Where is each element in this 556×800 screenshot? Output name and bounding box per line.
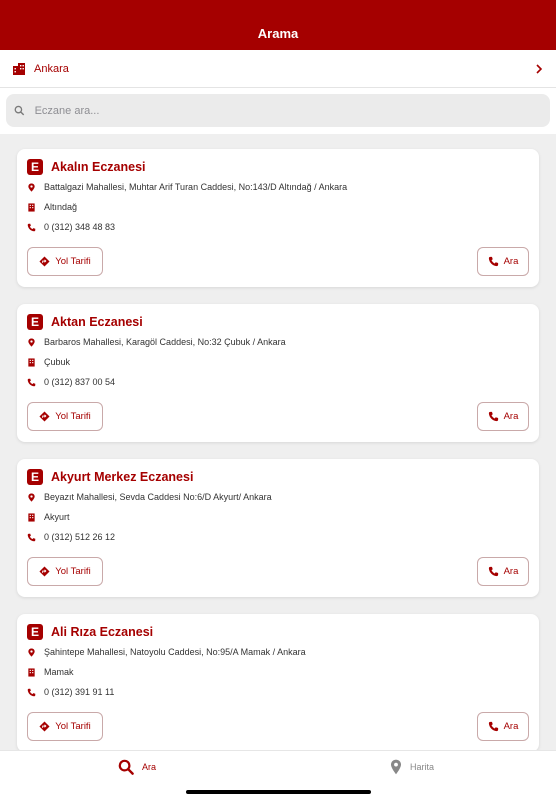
pharmacy-logo-icon: E xyxy=(27,469,43,485)
pharmacy-logo-icon: E xyxy=(27,624,43,640)
pharmacy-card: E Ali Rıza Eczanesi Şahintepe Mahallesi,… xyxy=(17,614,539,750)
pharmacy-district: Çubuk xyxy=(44,357,71,367)
search-input[interactable] xyxy=(34,104,542,117)
page-title: Arama xyxy=(257,25,299,41)
pharmacy-logo-icon: E xyxy=(27,159,43,175)
address-row: Battalgazi Mahallesi, Muhtar Arif Turan … xyxy=(27,182,347,192)
search-icon xyxy=(14,105,25,116)
search-icon xyxy=(118,759,134,775)
phone-icon xyxy=(27,533,36,541)
directions-button[interactable]: Yol Tarifi xyxy=(27,402,103,431)
pin-icon xyxy=(28,182,35,192)
direction-icon xyxy=(39,256,50,267)
pharmacy-phone: 0 (312) 837 00 54 xyxy=(44,377,116,387)
district-row: Akyurt xyxy=(27,512,70,522)
direction-icon xyxy=(39,411,50,422)
pharmacy-phone: 0 (312) 391 91 11 xyxy=(44,687,115,697)
call-button[interactable]: Ara xyxy=(477,247,529,276)
directions-button[interactable]: Yol Tarifi xyxy=(27,557,103,586)
pin-icon xyxy=(28,647,35,657)
pharmacy-name: Ali Rıza Eczanesi xyxy=(51,625,154,639)
pharmacy-district: Altındağ xyxy=(44,202,78,212)
district-row: Çubuk xyxy=(27,357,70,367)
phone-icon xyxy=(488,411,498,422)
pharmacy-phone: 0 (312) 512 26 12 xyxy=(44,532,116,542)
phone-row: 0 (312) 348 48 83 xyxy=(27,222,115,232)
building-icon xyxy=(28,357,35,367)
pin-icon xyxy=(28,492,35,502)
directions-button[interactable]: Yol Tarifi xyxy=(27,247,103,276)
pharmacy-list[interactable]: E Akalın Eczanesi Battalgazi Mahallesi, … xyxy=(0,134,556,750)
direction-icon xyxy=(39,566,50,577)
city-selector[interactable]: Ankara xyxy=(0,50,556,88)
pin-icon xyxy=(28,337,35,347)
pharmacy-logo-icon: E xyxy=(27,314,43,330)
phone-row: 0 (312) 391 91 11 xyxy=(27,687,114,697)
phone-icon xyxy=(27,223,36,231)
direction-icon xyxy=(39,721,50,732)
building-icon xyxy=(28,202,35,212)
phone-icon xyxy=(488,256,498,267)
call-button[interactable]: Ara xyxy=(477,402,529,431)
tab-map[interactable]: Harita xyxy=(390,759,434,775)
phone-icon xyxy=(488,721,498,732)
pharmacy-card: E Akyurt Merkez Eczanesi Beyazıt Mahalle… xyxy=(17,459,539,597)
search-box[interactable] xyxy=(6,94,550,127)
card-title: E Ali Rıza Eczanesi xyxy=(27,624,153,640)
pharmacy-name: Aktan Eczanesi xyxy=(51,315,143,329)
pharmacy-address: Barbaros Mahallesi, Karagöl Caddesi, No:… xyxy=(44,337,286,347)
directions-button[interactable]: Yol Tarifi xyxy=(27,712,103,741)
pharmacy-card: E Aktan Eczanesi Barbaros Mahallesi, Kar… xyxy=(17,304,539,442)
pharmacy-name: Akyurt Merkez Eczanesi xyxy=(51,470,194,484)
call-button[interactable]: Ara xyxy=(477,712,529,741)
address-row: Beyazıt Mahallesi, Sevda Caddesi No:6/D … xyxy=(27,492,272,502)
pharmacy-name: Akalın Eczanesi xyxy=(51,160,146,174)
tab-map-label: Harita xyxy=(410,762,435,772)
phone-icon xyxy=(27,688,36,696)
pharmacy-address: Beyazıt Mahallesi, Sevda Caddesi No:6/D … xyxy=(44,492,272,502)
search-bar xyxy=(0,88,556,134)
card-title: E Aktan Eczanesi xyxy=(27,314,143,330)
phone-row: 0 (312) 512 26 12 xyxy=(27,532,115,542)
map-pin-icon xyxy=(391,759,401,775)
home-indicator xyxy=(186,790,371,794)
pharmacy-district: Akyurt xyxy=(44,512,70,522)
building-icon xyxy=(13,62,25,75)
pharmacy-address: Şahintepe Mahallesi, Natoyolu Caddesi, N… xyxy=(44,647,306,657)
tab-search-label: Ara xyxy=(142,762,157,772)
pharmacy-card: E Akalın Eczanesi Battalgazi Mahallesi, … xyxy=(17,149,539,287)
card-title: E Akyurt Merkez Eczanesi xyxy=(27,469,193,485)
district-row: Mamak xyxy=(27,667,74,677)
phone-icon xyxy=(488,566,498,577)
pharmacy-district: Mamak xyxy=(44,667,74,677)
phone-icon xyxy=(27,378,36,386)
phone-row: 0 (312) 837 00 54 xyxy=(27,377,115,387)
city-name: Ankara xyxy=(34,62,69,75)
card-title: E Akalın Eczanesi xyxy=(27,159,146,175)
app-header: Arama xyxy=(0,0,556,50)
address-row: Barbaros Mahallesi, Karagöl Caddesi, No:… xyxy=(27,337,286,347)
district-row: Altındağ xyxy=(27,202,77,212)
pharmacy-address: Battalgazi Mahallesi, Muhtar Arif Turan … xyxy=(44,182,348,192)
chevron-right-icon xyxy=(536,63,543,74)
pharmacy-phone: 0 (312) 348 48 83 xyxy=(44,222,116,232)
address-row: Şahintepe Mahallesi, Natoyolu Caddesi, N… xyxy=(27,647,306,657)
call-button[interactable]: Ara xyxy=(477,557,529,586)
building-icon xyxy=(28,667,35,677)
building-icon xyxy=(28,512,35,522)
tab-search[interactable]: Ara xyxy=(118,759,156,775)
